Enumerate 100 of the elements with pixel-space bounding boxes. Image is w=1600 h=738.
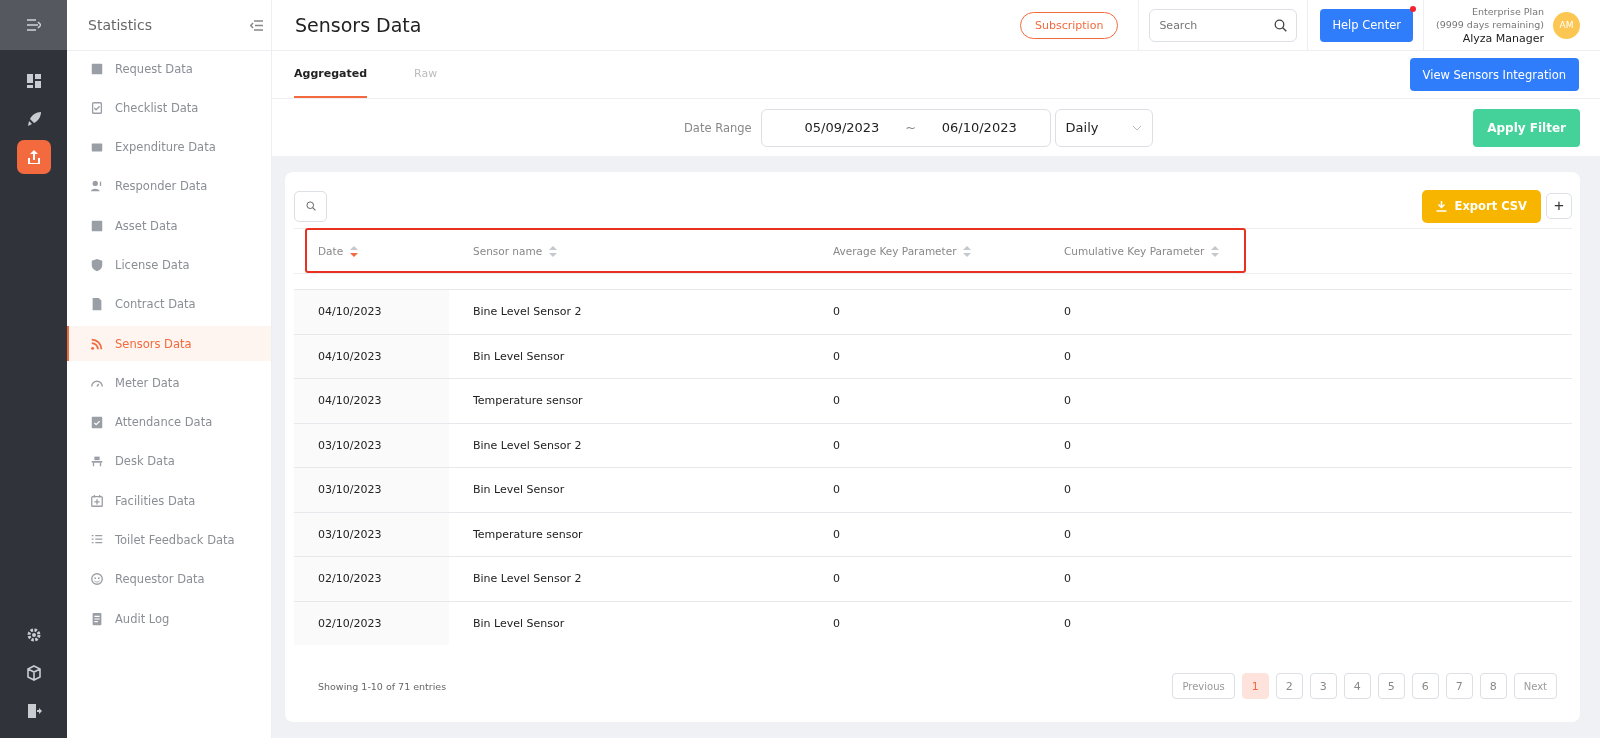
sidebar-item[interactable]: Desk Data: [67, 443, 271, 479]
previous-button[interactable]: Previous: [1172, 673, 1235, 699]
search-icon: [305, 201, 316, 211]
page-button[interactable]: 8: [1479, 673, 1507, 699]
sidebar-item[interactable]: Requestor Data: [67, 561, 271, 597]
nav-button[interactable]: [16, 140, 51, 174]
table-cell: 02/10/2023: [294, 557, 449, 601]
help-center-button[interactable]: Help Center: [1320, 8, 1413, 42]
page-button[interactable]: 5: [1377, 673, 1405, 699]
document-icon: [90, 297, 104, 312]
tab[interactable]: Raw: [414, 51, 438, 98]
clipboard-check-icon: [90, 415, 104, 430]
column-header[interactable]: Sensor name: [473, 245, 543, 257]
table-cell-text: 0: [832, 526, 841, 543]
dashboard-icon: [25, 73, 42, 89]
table-cell: 03/10/2023: [294, 512, 449, 556]
page-button[interactable]: 4: [1343, 673, 1371, 699]
column-header[interactable]: Cumulative Key Parameter: [1064, 245, 1205, 257]
users-icon: [90, 179, 104, 194]
table-cell-text: 0: [1063, 393, 1072, 410]
sidebar-item[interactable]: Toilet Feedback Data: [67, 522, 271, 558]
sidebar-item[interactable]: Audit Log: [67, 601, 271, 637]
table-cell: 04/10/2023: [294, 290, 449, 334]
smiley-icon: [90, 572, 104, 587]
page-button[interactable]: 2: [1275, 673, 1303, 699]
table-cell-text: 0: [832, 571, 841, 588]
page-button[interactable]: 1: [1241, 673, 1269, 699]
sidebar-item[interactable]: Checklist Data: [67, 90, 271, 126]
sidebar-item[interactable]: Expenditure Data: [67, 129, 271, 165]
table-cell-text: 0: [1063, 571, 1072, 588]
rss-icon: [90, 336, 104, 351]
plan-label: Enterprise Plan: [1471, 5, 1544, 18]
table-cell-text: 0: [832, 482, 841, 499]
column-header[interactable]: Date: [318, 245, 344, 257]
box-icon: [90, 218, 104, 233]
table-cell-text: Bine Level Sensor 2: [472, 304, 583, 321]
add-button[interactable]: +: [1546, 193, 1572, 219]
table-cell-text: Bine Level Sensor 2: [472, 571, 583, 588]
expand-menu-icon[interactable]: [26, 19, 41, 31]
desk-icon: [90, 454, 104, 469]
date-range-field[interactable]: 05/09/2023 ~ 06/10/2023: [760, 108, 1051, 147]
sidebar-item[interactable]: Facilities Data: [67, 483, 271, 519]
sidebar-item[interactable]: Asset Data: [67, 208, 271, 244]
search-icon: [1274, 18, 1288, 32]
checklist-icon: [90, 100, 104, 115]
logout-icon: [25, 703, 42, 719]
cube-icon: [25, 665, 42, 681]
chevron-down-icon: [1131, 124, 1142, 131]
sidebar-item[interactable]: Request Data: [67, 51, 271, 86]
table-cell: 02/10/2023: [294, 601, 449, 645]
shield-icon: [90, 258, 104, 272]
rocket-icon: [25, 111, 42, 127]
sort-icon[interactable]: [350, 245, 359, 257]
table-cell: 03/10/2023: [294, 468, 449, 512]
period-dropdown[interactable]: Daily: [1054, 108, 1153, 147]
next-button[interactable]: Next: [1513, 673, 1557, 699]
sidebar-item[interactable]: Contract Data: [67, 286, 271, 322]
table-cell-text: Temperature sensor: [472, 526, 584, 543]
table-cell-text: Temperature sensor: [472, 393, 584, 410]
table-cell-text: 0: [832, 615, 841, 632]
table-cell-text: 0: [832, 393, 841, 410]
sidebar-item[interactable]: Attendance Data: [67, 404, 271, 440]
page-button[interactable]: 3: [1309, 673, 1337, 699]
sidebar-item[interactable]: Responder Data: [67, 168, 271, 204]
table-cell-text: Bine Level Sensor 2: [472, 437, 583, 454]
table-cell-text: 0: [1063, 348, 1072, 365]
page-button[interactable]: 7: [1445, 673, 1473, 699]
sidebar-title: Statistics: [88, 17, 152, 33]
date-range-label: Date Range: [684, 120, 752, 135]
sidebar-item[interactable]: License Data: [67, 247, 271, 283]
table-cell-text: Bin Level Sensor: [472, 615, 566, 632]
sidebar-item[interactable]: Sensors Data: [67, 326, 271, 362]
user-name: Alyza Manager: [1462, 32, 1544, 45]
table-cell-text: Bin Level Sensor: [472, 482, 566, 499]
table-cell: 03/10/2023: [294, 423, 449, 467]
table-cell-text: 0: [1063, 304, 1072, 321]
table-cell-text: 0: [832, 437, 841, 454]
page-button[interactable]: 6: [1411, 673, 1439, 699]
column-header[interactable]: Average Key Parameter: [833, 245, 957, 257]
table-cell-text: 0: [1063, 615, 1072, 632]
page-title: Sensors Data: [295, 14, 423, 36]
subscription-button[interactable]: Subscription: [1020, 11, 1119, 39]
table-cell: 04/10/2023: [294, 334, 449, 378]
plan-remaining: (9999 days remaining): [1435, 18, 1544, 31]
notes-icon: [90, 611, 104, 626]
entries-summary: Showing 1-10 of 71 entries: [318, 680, 447, 692]
download-icon: [1435, 200, 1447, 212]
search-field[interactable]: Search: [1149, 8, 1298, 42]
table-cell-text: Bin Level Sensor: [472, 348, 566, 365]
settings-icon: [25, 627, 42, 643]
apply-filter-button[interactable]: Apply Filter: [1473, 108, 1580, 147]
export-csv-button[interactable]: Export CSV: [1421, 189, 1541, 223]
table-cell: 04/10/2023: [294, 379, 449, 423]
sidebar-item[interactable]: Meter Data: [67, 365, 271, 401]
table-cell-text: 0: [832, 348, 841, 365]
calendar-plus-icon: [90, 493, 104, 508]
table-cell-text: 0: [1063, 437, 1072, 454]
collapse-icon[interactable]: [250, 19, 263, 31]
table-cell-text: 0: [1063, 526, 1072, 543]
view-integration-button[interactable]: View Sensors Integration: [1409, 58, 1579, 91]
